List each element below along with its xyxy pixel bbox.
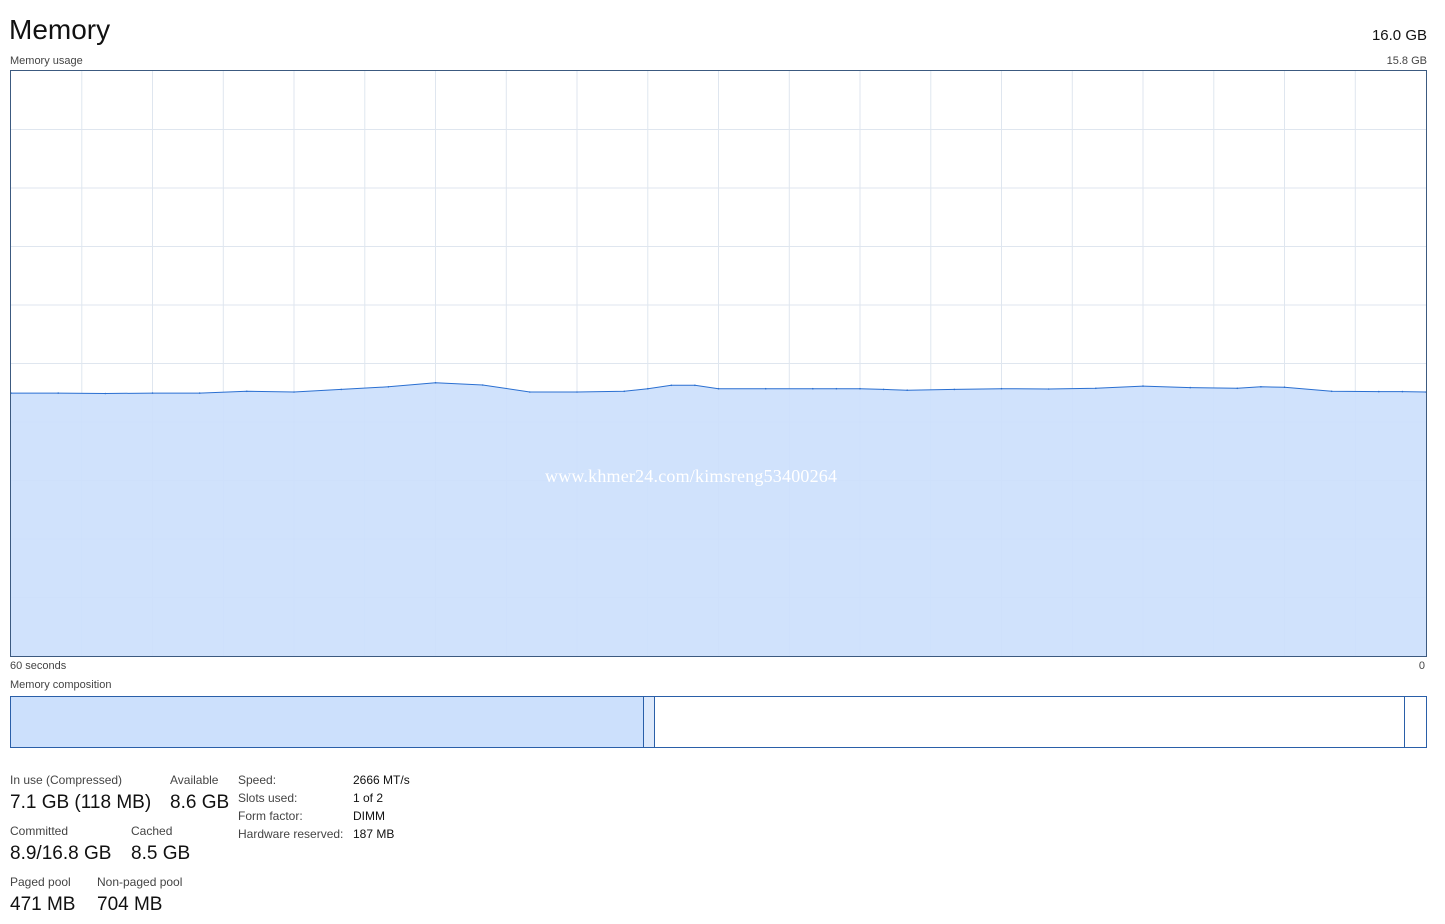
memory-usage-point [694,384,696,387]
memory-usage-chart [11,71,1426,656]
memory-usage-point [670,384,673,387]
memory-usage-point [246,390,248,393]
memory-usage-point [812,387,814,390]
paged-pool-label: Paged pool [10,875,71,889]
memory-usage-point [576,391,578,393]
memory-usage-label: Memory usage [10,55,83,67]
composition-free-segment[interactable] [1405,697,1426,747]
memory-usage-point [151,392,154,394]
memory-usage-point [434,382,437,384]
memory-composition-bar[interactable] [10,696,1427,748]
non-paged-pool-label: Non-paged pool [97,875,183,889]
memory-usage-point [882,388,885,391]
memory-usage-point [293,391,295,393]
graph-x-right-label: 0 [1418,660,1425,672]
memory-usage-point [1095,387,1097,390]
memory-usage-point [1189,386,1191,389]
memory-usage-point [198,392,201,394]
memory-composition-label: Memory composition [10,679,112,691]
memory-usage-point [1330,390,1333,393]
memory-usage-point [1000,387,1003,390]
composition-standby-segment[interactable] [655,697,1405,747]
memory-usage-point [906,389,908,392]
total-memory: 16.0 GB [1371,27,1427,44]
cached-label: Cached [131,824,173,838]
committed-value: 8.9/16.8 GB [10,843,112,864]
form-factor-value: DIMM [353,809,385,823]
memory-usage-point [387,386,390,388]
page-title: Memory [9,14,111,45]
cached-value: 8.5 GB [131,843,191,864]
memory-usage-area [11,382,1426,656]
memory-usage-point [340,388,343,391]
watermark: www.khmer24.com/kimsreng53400264 [545,466,838,486]
memory-usage-max: 15.8 GB [1386,55,1427,67]
committed-label: Committed [10,824,69,838]
available-label: Available [170,773,219,787]
available-value: 8.6 GB [170,792,230,813]
speed-value: 2666 MT/s [353,773,410,787]
memory-usage-point [1047,388,1050,390]
memory-usage-point [1236,387,1239,390]
non-paged-pool-value: 704 MB [97,894,163,915]
memory-usage-point [1378,390,1380,393]
memory-usage-point [647,387,649,390]
form-factor-label: Form factor: [238,809,303,823]
memory-usage-point [57,392,59,394]
slots-used-value: 1 of 2 [353,791,384,805]
memory-usage-point [529,391,531,393]
graph-x-left-label: 60 seconds [10,660,67,672]
memory-usage-point [104,392,107,395]
memory-usage-point [1401,390,1404,393]
memory-usage-point [859,387,861,390]
hardware-reserved-value: 187 MB [353,827,395,841]
memory-usage-graph [10,70,1427,657]
composition-in-use-segment[interactable] [11,697,644,747]
hardware-reserved-label: Hardware reserved: [238,827,344,841]
composition-modified-segment[interactable] [644,697,655,747]
memory-usage-point [953,388,956,391]
memory-usage-point [1283,386,1286,389]
speed-label: Speed: [238,773,277,787]
memory-usage-point [623,390,625,393]
in-use-value: 7.1 GB (118 MB) [10,792,152,813]
paged-pool-value: 471 MB [10,894,76,915]
memory-usage-point [717,387,720,390]
slots-used-label: Slots used: [238,791,298,805]
memory-usage-point [1260,386,1262,388]
memory-usage-point [835,387,838,390]
memory-usage-point [481,384,484,386]
memory-usage-point [764,387,767,390]
memory-usage-point [1142,385,1144,387]
in-use-label: In use (Compressed) [10,773,123,787]
